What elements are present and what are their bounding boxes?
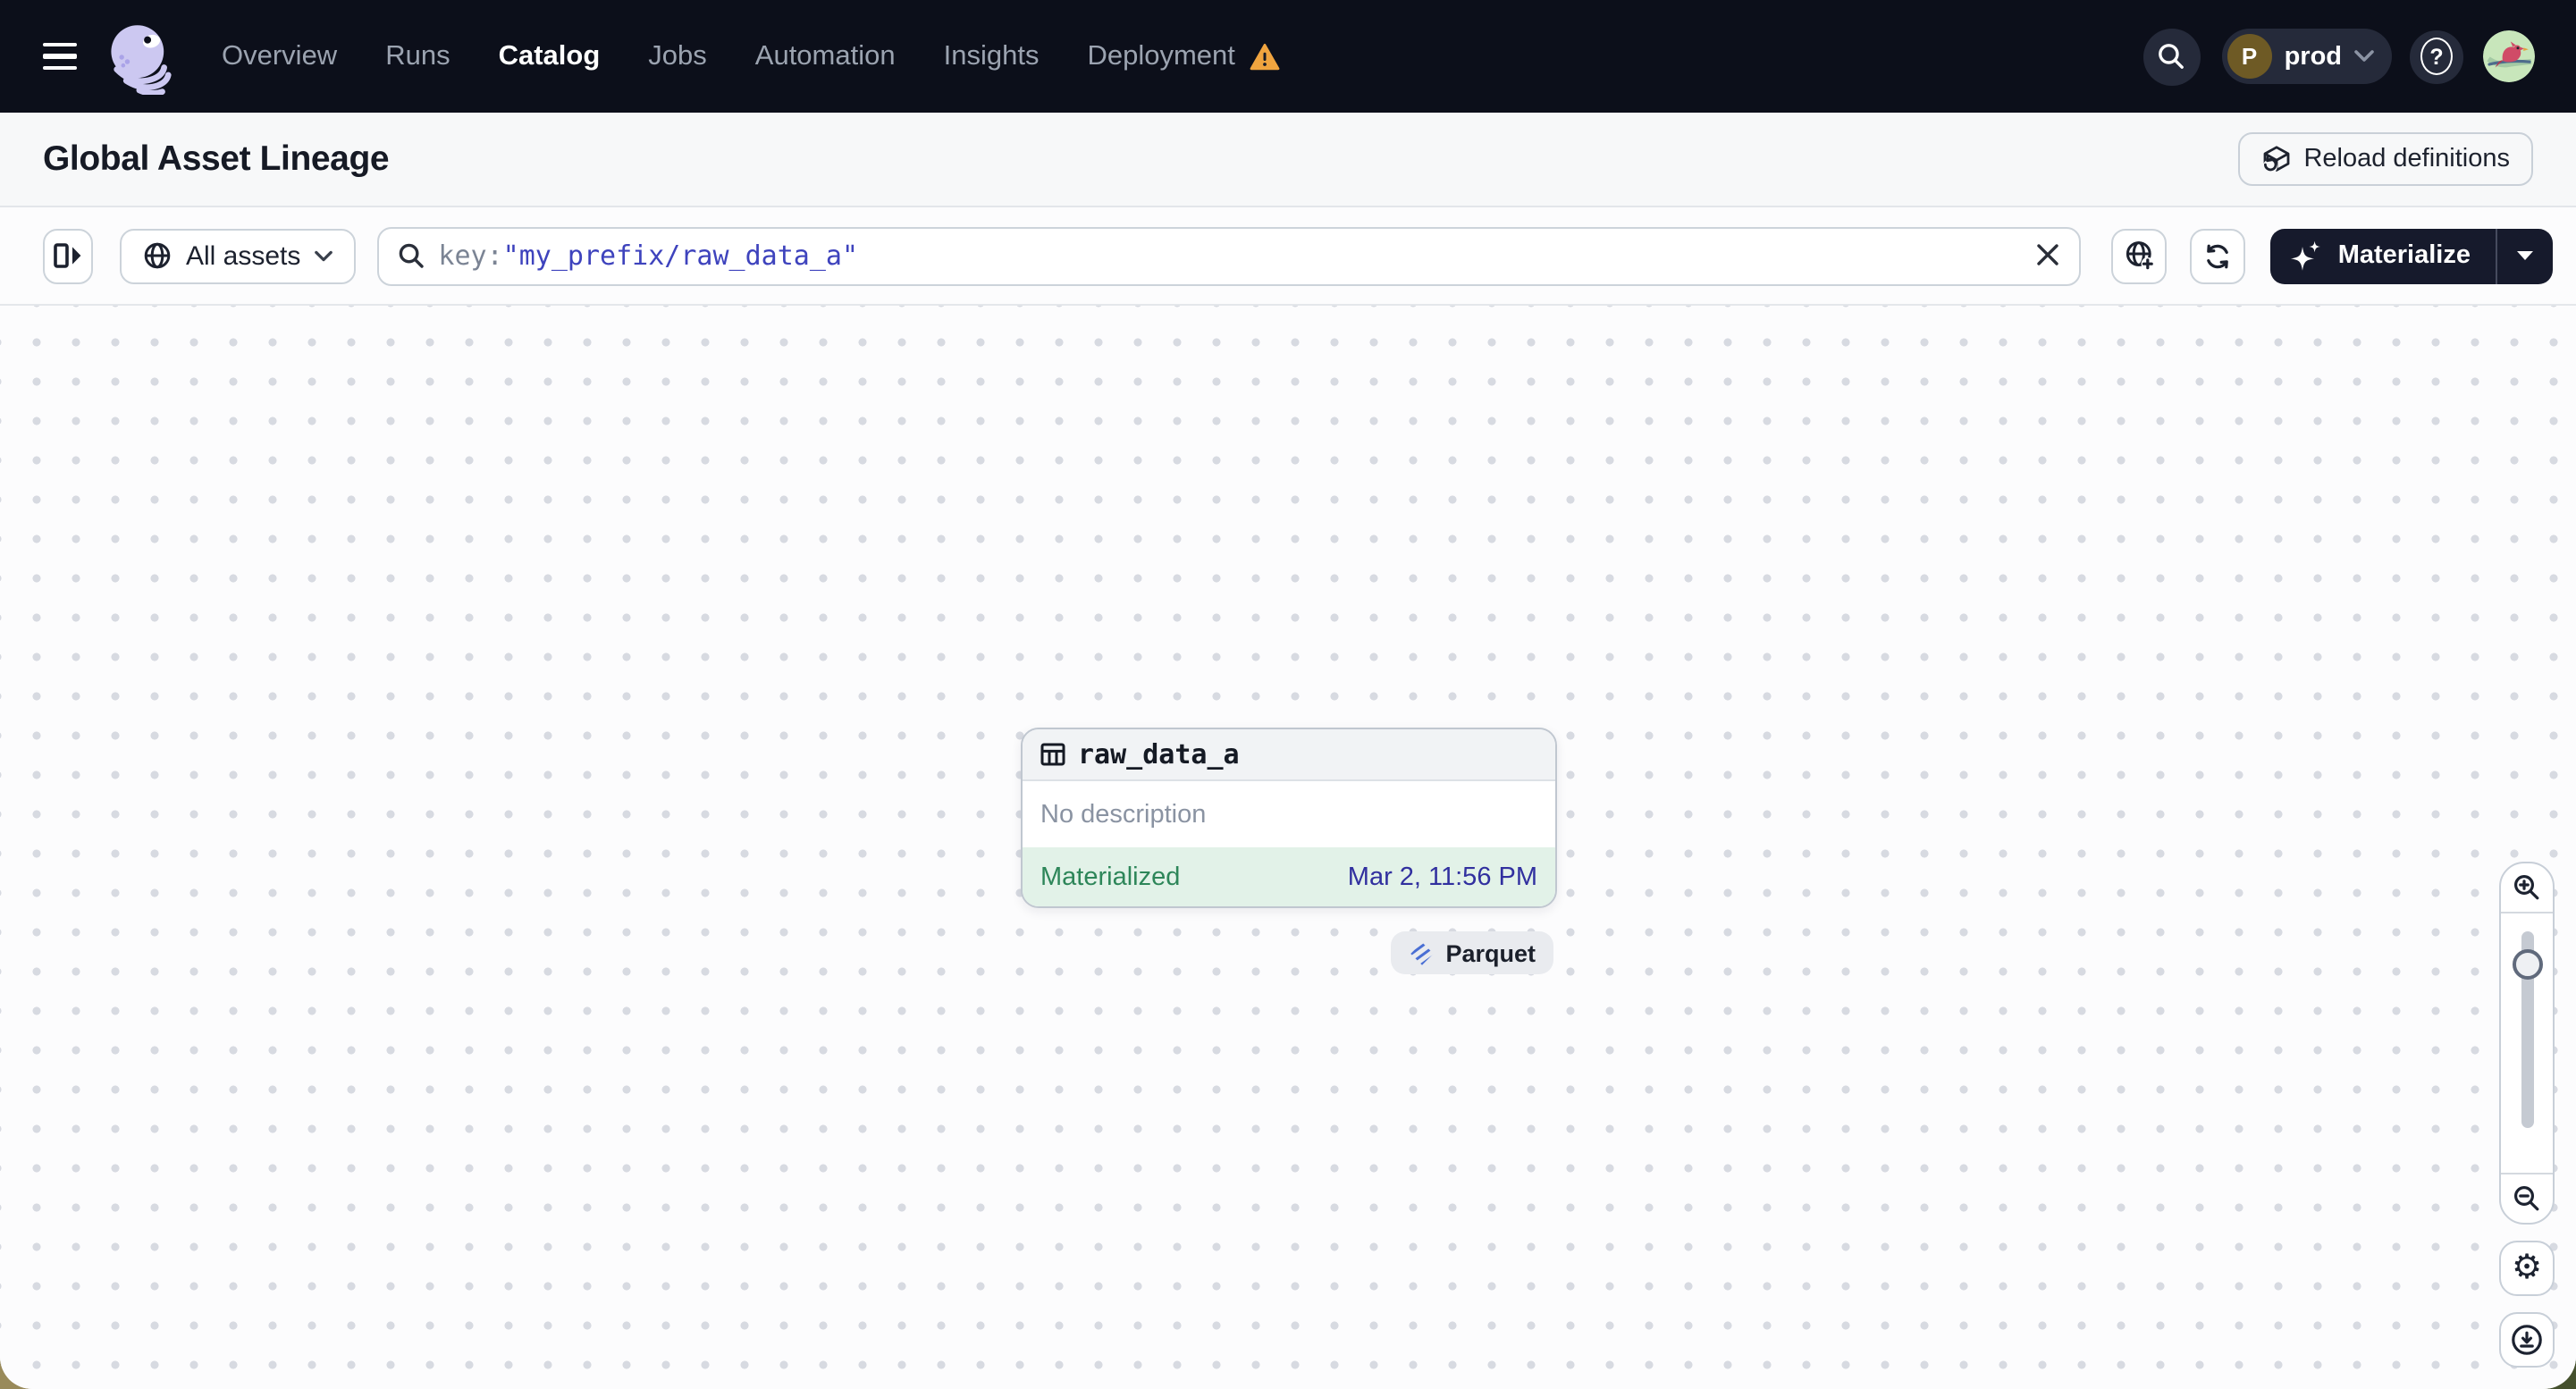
nav-item-overview[interactable]: Overview (222, 40, 337, 72)
asset-node-group: raw_data_a No description Materialized M… (1021, 728, 1557, 974)
asset-description: No description (1023, 781, 1555, 847)
close-icon (2036, 243, 2059, 266)
nav-right-cluster: P prod ? (2142, 28, 2535, 85)
reload-definitions-button[interactable]: Reload definitions (2237, 132, 2533, 186)
globe-plus-icon (2124, 240, 2156, 272)
lineage-canvas[interactable]: raw_data_a No description Materialized M… (0, 306, 2576, 1389)
download-icon (2510, 1323, 2544, 1357)
materialize-label: Materialize (2337, 241, 2471, 270)
environment-name: prod (2284, 42, 2342, 71)
zoom-out-button[interactable] (2501, 1173, 2553, 1223)
search-query-prefix: key: (438, 240, 503, 272)
asset-scope-dropdown[interactable]: All assets (120, 228, 357, 283)
app-window: Overview Runs Catalog Jobs Automation In… (0, 0, 2576, 1389)
open-in-new-lineage-button[interactable] (2111, 228, 2168, 283)
page-header: Global Asset Lineage Reload definitions (0, 113, 2576, 207)
materialize-options-button[interactable] (2497, 228, 2553, 283)
search-icon (397, 241, 425, 270)
global-search-button[interactable] (2142, 28, 2201, 85)
materialize-button[interactable]: Materialize (2270, 228, 2496, 283)
status-badge: Materialized (1040, 863, 1181, 891)
primary-nav-links: Overview Runs Catalog Jobs Automation In… (222, 40, 1280, 72)
chevron-down-icon (2354, 50, 2374, 63)
nav-item-automation[interactable]: Automation (755, 40, 896, 72)
asset-search-input[interactable]: key:"my_prefix/raw_data_a" (377, 226, 2082, 285)
asset-name: raw_data_a (1078, 738, 1240, 770)
dagster-app: Overview Runs Catalog Jobs Automation In… (0, 0, 2576, 1389)
dagster-logo-icon[interactable] (104, 19, 179, 94)
asset-node[interactable]: raw_data_a No description Materialized M… (1021, 728, 1557, 908)
materialization-timestamp[interactable]: Mar 2, 11:56 PM (1348, 863, 1537, 891)
search-icon (2157, 41, 2187, 72)
zoom-in-icon (2512, 872, 2542, 903)
sparkles-icon (2290, 239, 2324, 273)
asset-scope-label: All assets (186, 240, 301, 271)
panel-toggle-icon (54, 243, 82, 268)
nav-item-runs[interactable]: Runs (385, 40, 450, 72)
chevron-down-icon (315, 249, 333, 262)
page-title: Global Asset Lineage (43, 139, 390, 178)
zoom-in-button[interactable] (2501, 863, 2553, 913)
refresh-button[interactable] (2190, 228, 2246, 283)
nav-item-deployment[interactable]: Deployment (1087, 40, 1280, 72)
clear-search-button[interactable] (2026, 233, 2069, 276)
asset-status-row: Materialized Mar 2, 11:56 PM (1023, 847, 1555, 906)
reload-cube-icon (2260, 144, 2291, 174)
globe-icon (143, 241, 172, 270)
materialize-split-button: Materialize (2269, 228, 2553, 283)
warning-icon (1250, 42, 1280, 71)
compute-kind-label: Parquet (1445, 939, 1536, 966)
refresh-icon (2203, 240, 2234, 271)
zoom-slider[interactable] (2501, 913, 2553, 1173)
help-icon: ? (2420, 38, 2453, 75)
nav-item-deployment-label: Deployment (1087, 40, 1235, 71)
reload-definitions-label: Reload definitions (2303, 145, 2510, 173)
gear-icon: ⚙ (2511, 1248, 2543, 1287)
help-button[interactable]: ? (2410, 29, 2463, 83)
open-sidebar-panel-button[interactable] (43, 228, 93, 283)
menu-hamburger-button[interactable] (25, 28, 82, 85)
zoom-out-icon (2512, 1183, 2542, 1214)
environment-switcher[interactable]: P prod (2221, 29, 2392, 84)
caret-down-icon (2517, 250, 2533, 261)
table-icon (1040, 742, 1065, 767)
nav-item-insights[interactable]: Insights (944, 40, 1040, 72)
nav-item-catalog[interactable]: Catalog (499, 40, 601, 72)
canvas-controls: ⚙ (2499, 862, 2555, 1368)
lineage-toolbar: All assets key:"my_prefix/raw_data_a" Ma… (0, 207, 2576, 306)
graph-settings-button[interactable]: ⚙ (2499, 1241, 2555, 1296)
top-navigation: Overview Runs Catalog Jobs Automation In… (0, 0, 2576, 113)
asset-node-header: raw_data_a (1023, 729, 1555, 781)
search-query-term: "my_prefix/raw_data_a" (502, 240, 859, 272)
download-image-button[interactable] (2499, 1312, 2555, 1368)
compute-kind-tag[interactable]: Parquet (1390, 931, 1553, 974)
environment-avatar: P (2227, 34, 2272, 79)
user-avatar[interactable] (2483, 30, 2535, 82)
zoom-slider-thumb[interactable] (2512, 949, 2542, 980)
search-query-text: key:"my_prefix/raw_data_a" (438, 240, 858, 272)
zoom-panel (2499, 862, 2555, 1225)
nav-item-jobs[interactable]: Jobs (648, 40, 707, 72)
parquet-logo-icon (1408, 939, 1435, 966)
